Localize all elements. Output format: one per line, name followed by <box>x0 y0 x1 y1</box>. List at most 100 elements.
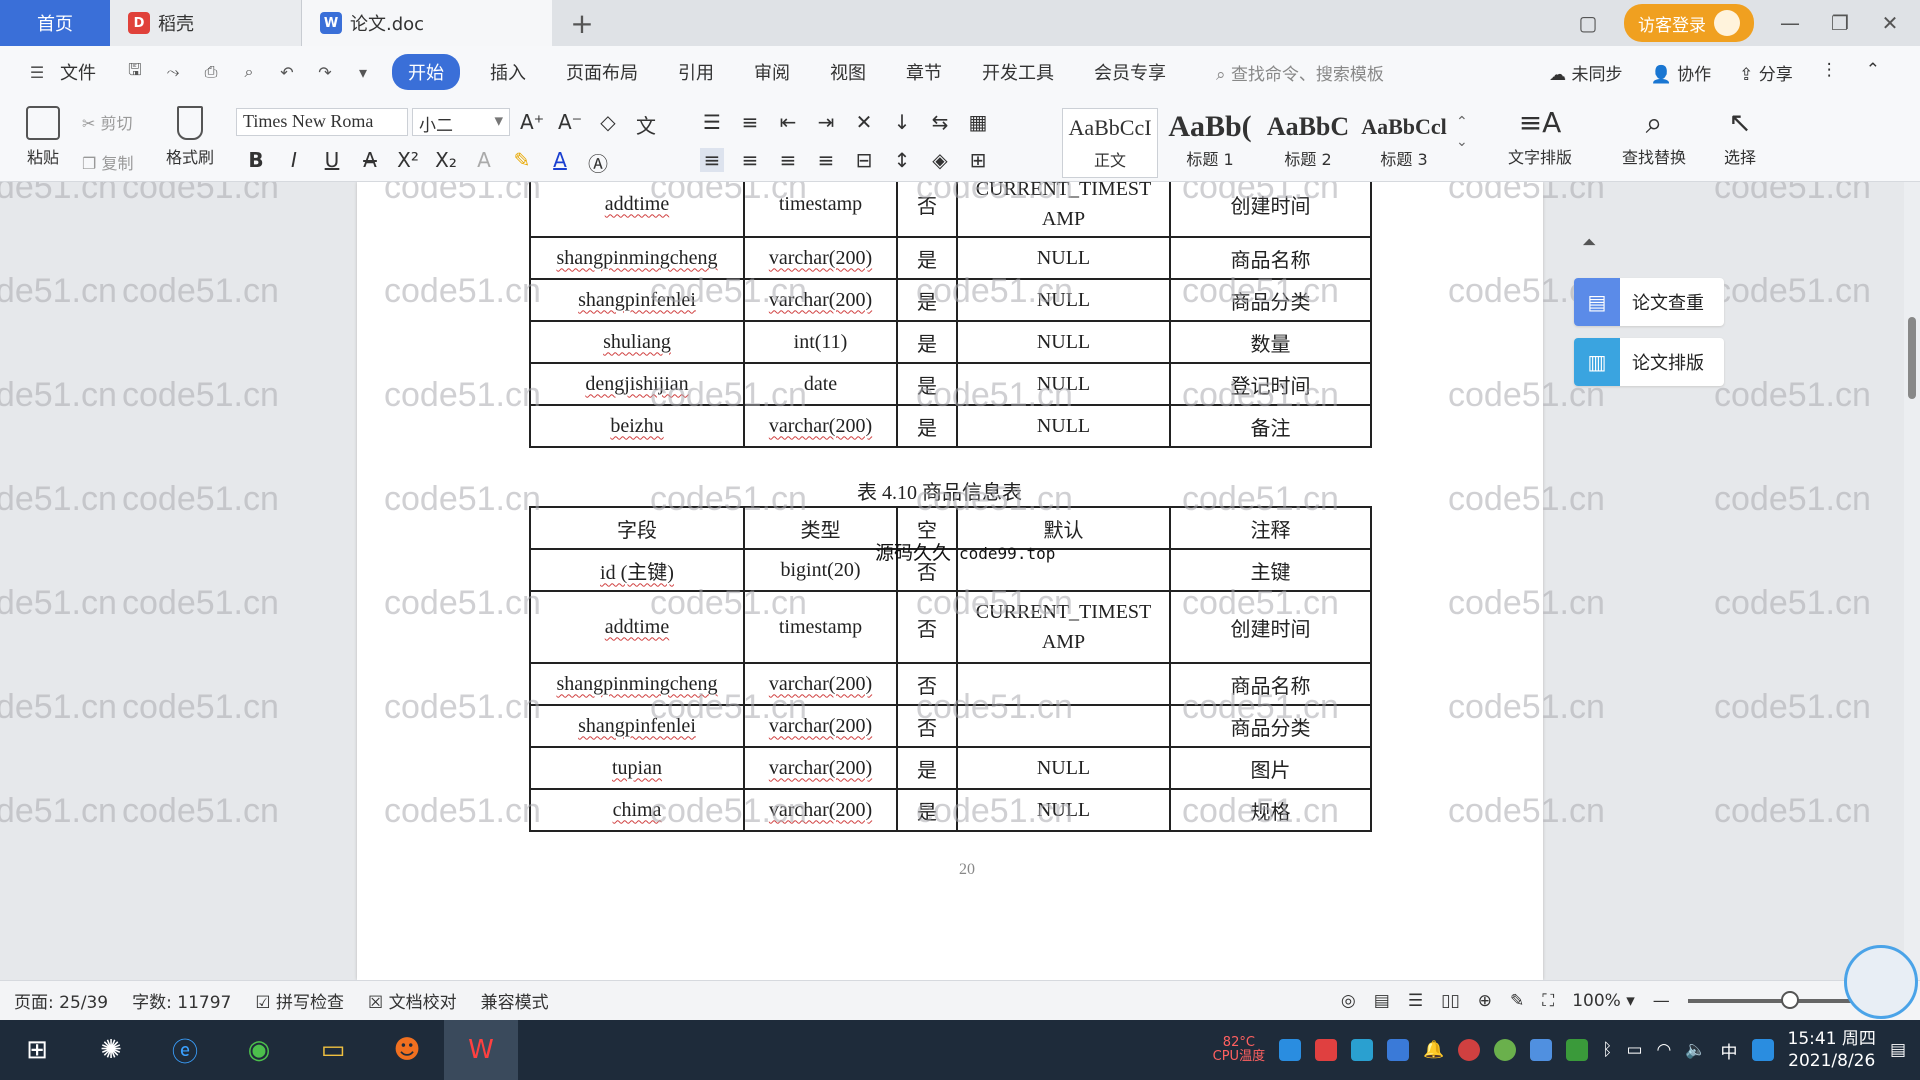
menu-developer[interactable]: 开发工具 <box>962 59 1074 85</box>
sync-button[interactable]: ☁ 未同步 <box>1549 60 1622 85</box>
cell-default[interactable]: CURRENT_TIMESTAMP <box>956 182 1171 238</box>
font-size-select[interactable]: 小二 ▾ <box>412 108 510 136</box>
cell-nullable[interactable]: 是 <box>896 278 958 322</box>
hamburger-icon[interactable]: ☰ <box>25 61 49 83</box>
cell-default[interactable]: NULL <box>956 362 1171 406</box>
cell-comment[interactable]: 数量 <box>1169 320 1372 364</box>
italic-icon[interactable]: I <box>282 148 306 177</box>
distributed-icon[interactable]: ⊟ <box>852 148 876 172</box>
cell-nullable[interactable]: 是 <box>896 320 958 364</box>
panel-collapse-icon[interactable]: ⏶ <box>1582 232 1596 253</box>
guest-login-button[interactable]: 访客登录 <box>1624 4 1754 42</box>
file-explorer-icon[interactable]: ▭ <box>296 1020 370 1080</box>
menu-chapter[interactable]: 章节 <box>886 59 962 85</box>
menu-references[interactable]: 引用 <box>658 59 734 85</box>
menu-review[interactable]: 审阅 <box>734 59 810 85</box>
cell-type[interactable]: varchar(200) <box>743 662 898 706</box>
cell-default[interactable]: CURRENT_TIMESTAMP <box>956 590 1171 664</box>
cell-default[interactable]: NULL <box>956 236 1171 280</box>
more-icon[interactable]: ⋮ <box>1821 60 1838 85</box>
save-icon[interactable]: 🖫 <box>123 60 147 83</box>
cell-field[interactable]: dengjishijian <box>529 362 745 406</box>
bluetooth-icon[interactable]: ᛒ <box>1602 1040 1612 1060</box>
undo-icon[interactable]: ↶ <box>275 61 299 83</box>
cell-nullable[interactable]: 是 <box>896 362 958 406</box>
find-replace-button[interactable]: ⌕ 查找替换 <box>1606 106 1702 168</box>
wps-writer-icon[interactable]: W <box>444 1020 518 1080</box>
cell-type[interactable]: varchar(200) <box>743 404 898 448</box>
borders-icon[interactable]: ⊞ <box>966 148 990 172</box>
print-preview-icon[interactable]: ⌕ <box>237 61 261 83</box>
cell-type[interactable]: int(11) <box>743 320 898 364</box>
tray-blue-icon[interactable] <box>1351 1039 1374 1061</box>
format-painter-button[interactable]: 格式刷 <box>160 106 220 168</box>
text-layout-button[interactable]: ≡A 文字排版 <box>1492 106 1588 168</box>
action-center-icon[interactable]: ▤ <box>1890 1040 1906 1060</box>
ime-indicator[interactable]: 中 <box>1721 1038 1738 1063</box>
write-view-icon[interactable]: ✎ <box>1510 991 1524 1011</box>
scrollbar-thumb[interactable] <box>1908 317 1916 399</box>
shrink-font-icon[interactable]: A⁻ <box>558 110 582 139</box>
cell-nullable[interactable]: 否 <box>896 182 958 238</box>
windows-start-icon[interactable]: ⊞ <box>0 1020 74 1080</box>
style-heading-3[interactable]: AaBbCcl 标题 3 <box>1356 108 1452 178</box>
style-scroll-arrows[interactable]: ⌃ ⌄ <box>1456 112 1468 152</box>
web-view-icon[interactable]: ⊕ <box>1478 991 1492 1011</box>
cell-type[interactable]: varchar(200) <box>743 746 898 790</box>
style-heading-1[interactable]: AaBb( 标题 1 <box>1162 108 1258 178</box>
paper-check-button[interactable]: ▤ 论文查重 <box>1574 278 1724 326</box>
cell-comment[interactable]: 创建时间 <box>1169 182 1372 238</box>
align-left-icon[interactable]: ≡ <box>700 148 724 172</box>
cell-field[interactable]: shangpinfenlei <box>529 704 745 748</box>
chinese-layout-icon[interactable]: ✕ <box>852 110 876 134</box>
cpu-temp-widget[interactable]: 82°C CPU温度 <box>1213 1036 1265 1064</box>
fit-page-icon[interactable]: ⛶ <box>1542 991 1554 1011</box>
cell-comment[interactable]: 规格 <box>1169 788 1372 832</box>
cell-field[interactable]: shangpinfenlei <box>529 278 745 322</box>
cell-field[interactable]: shuliang <box>529 320 745 364</box>
show-marks-icon[interactable]: ⇆ <box>928 110 952 134</box>
tab-home[interactable]: 首页 <box>0 0 110 46</box>
cell-default[interactable] <box>956 662 1171 706</box>
reading-view-icon[interactable]: ▯▯ <box>1441 991 1460 1011</box>
cell-field[interactable]: beizhu <box>529 404 745 448</box>
font-color-icon[interactable]: A <box>548 148 572 177</box>
tab-document[interactable]: W 论文.doc <box>302 0 552 46</box>
column-header[interactable]: 注释 <box>1169 506 1372 550</box>
grow-font-icon[interactable]: A⁺ <box>520 110 544 139</box>
eye-protection-icon[interactable]: ◎ <box>1341 991 1356 1011</box>
wifi-icon[interactable]: ◠ <box>1657 1040 1672 1060</box>
spell-check-button[interactable]: ☑ 拼写检查 <box>255 988 344 1013</box>
close-icon[interactable]: ✕ <box>1876 11 1904 35</box>
notification-bell-icon[interactable]: 🔔 <box>1423 1040 1444 1060</box>
cell-nullable[interactable]: 是 <box>896 236 958 280</box>
cell-default[interactable]: NULL <box>956 746 1171 790</box>
menu-page-layout[interactable]: 页面布局 <box>546 59 658 85</box>
word-count[interactable]: 字数: 11797 <box>132 988 231 1013</box>
cell-field[interactable]: id (主键) <box>529 548 745 592</box>
page-view-icon[interactable]: ▤ <box>1374 991 1390 1011</box>
select-button[interactable]: ↖ 选择 <box>1710 106 1770 168</box>
share-button[interactable]: ⇪ 分享 <box>1739 60 1793 85</box>
cell-comment[interactable]: 创建时间 <box>1169 590 1372 664</box>
new-tab-button[interactable]: + <box>552 0 612 46</box>
copy-button[interactable]: ❐ 复制 <box>82 150 133 174</box>
cell-field[interactable]: tupian <box>529 746 745 790</box>
system-clock[interactable]: 15:41 周四 2021/8/26 <box>1788 1028 1876 1072</box>
cell-type[interactable]: varchar(200) <box>743 704 898 748</box>
collapse-ribbon-icon[interactable]: ⌃ <box>1866 60 1880 85</box>
sort-icon[interactable]: ↓ <box>890 110 914 134</box>
tray-green-icon[interactable] <box>1494 1039 1517 1061</box>
app-mascot-icon[interactable]: ☻ <box>370 1020 444 1080</box>
superscript-icon[interactable]: X² <box>396 148 420 177</box>
cell-comment[interactable]: 图片 <box>1169 746 1372 790</box>
tray-app-icon[interactable] <box>1279 1039 1302 1061</box>
phonetic-icon[interactable]: 文 <box>634 110 658 139</box>
cell-comment[interactable]: 商品名称 <box>1169 662 1372 706</box>
cell-default[interactable]: NULL <box>956 278 1171 322</box>
zoom-level[interactable]: 100% ▾ <box>1572 991 1635 1011</box>
page-indicator[interactable]: 页面: 25/39 <box>14 988 108 1013</box>
proofread-button[interactable]: ☒ 文档校对 <box>368 988 457 1013</box>
text-effect-icon[interactable]: A <box>472 148 496 177</box>
justify-icon[interactable]: ≡ <box>814 148 838 172</box>
